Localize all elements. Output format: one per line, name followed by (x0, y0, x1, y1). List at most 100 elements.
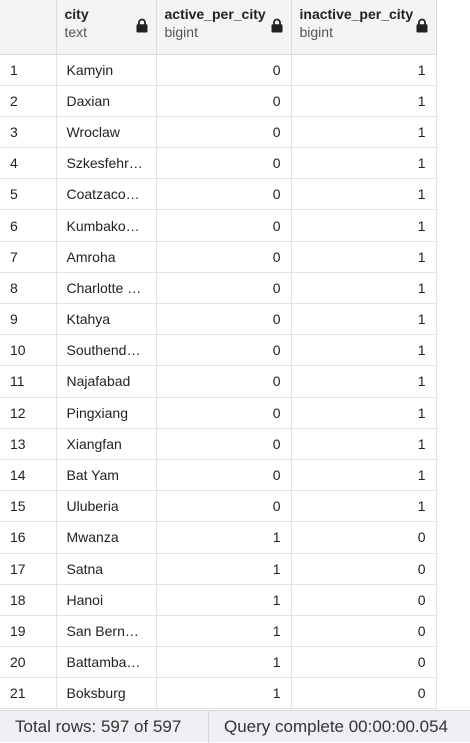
row-number-cell[interactable]: 13 (0, 428, 57, 460)
table-row[interactable]: 8 Charlotte … 0 1 (0, 272, 437, 305)
city-cell[interactable]: San Bern… (56, 615, 157, 648)
active-per-city-cell[interactable]: 0 (156, 303, 292, 336)
row-number-cell[interactable]: 17 (0, 553, 57, 585)
row-number-cell[interactable]: 10 (0, 334, 57, 367)
inactive-per-city-cell[interactable]: 1 (291, 303, 437, 336)
column-header-active-per-city[interactable]: active_per_city bigint (156, 0, 292, 55)
city-cell[interactable]: Boksburg (56, 677, 157, 710)
table-row[interactable]: 18 Hanoi 1 0 (0, 584, 437, 616)
city-cell[interactable]: Satna (56, 553, 157, 585)
active-per-city-cell[interactable]: 0 (156, 116, 292, 149)
active-per-city-cell[interactable]: 0 (156, 334, 292, 367)
active-per-city-cell[interactable]: 0 (156, 241, 292, 273)
inactive-per-city-cell[interactable]: 1 (291, 334, 437, 367)
table-row[interactable]: 14 Bat Yam 0 1 (0, 459, 437, 492)
active-per-city-cell[interactable]: 1 (156, 521, 292, 554)
city-cell[interactable]: Daxian (56, 85, 157, 117)
city-cell[interactable]: Amroha (56, 241, 157, 273)
city-cell[interactable]: Najafabad (56, 365, 157, 398)
column-header-inactive-per-city[interactable]: inactive_per_city bigint (291, 0, 437, 55)
row-number-cell[interactable]: 16 (0, 521, 57, 554)
row-number-cell[interactable]: 15 (0, 490, 57, 523)
active-per-city-cell[interactable]: 1 (156, 615, 292, 648)
city-cell[interactable]: Hanoi (56, 584, 157, 616)
inactive-per-city-cell[interactable]: 0 (291, 584, 437, 616)
table-row[interactable]: 10 Southend… 0 1 (0, 334, 437, 367)
city-cell[interactable]: Kamyin (56, 54, 157, 86)
row-number-cell[interactable]: 5 (0, 178, 57, 211)
active-per-city-cell[interactable]: 1 (156, 584, 292, 616)
row-number-cell[interactable]: 8 (0, 272, 57, 305)
table-row[interactable]: 20 Battamba… 1 0 (0, 646, 437, 679)
table-row[interactable]: 3 Wroclaw 0 1 (0, 116, 437, 149)
active-per-city-cell[interactable]: 1 (156, 553, 292, 585)
table-row[interactable]: 13 Xiangfan 0 1 (0, 428, 437, 460)
column-header-city[interactable]: city text (56, 0, 157, 55)
inactive-per-city-cell[interactable]: 1 (291, 147, 437, 180)
inactive-per-city-cell[interactable]: 1 (291, 54, 437, 86)
active-per-city-cell[interactable]: 0 (156, 209, 292, 242)
inactive-per-city-cell[interactable]: 1 (291, 209, 437, 242)
table-row[interactable]: 7 Amroha 0 1 (0, 241, 437, 273)
inactive-per-city-cell[interactable]: 1 (291, 397, 437, 429)
inactive-per-city-cell[interactable]: 0 (291, 521, 437, 554)
active-per-city-cell[interactable]: 0 (156, 147, 292, 180)
row-number-cell[interactable]: 11 (0, 365, 57, 398)
row-number-cell[interactable]: 1 (0, 54, 57, 86)
table-row[interactable]: 11 Najafabad 0 1 (0, 365, 437, 398)
row-number-cell[interactable]: 21 (0, 677, 57, 710)
row-number-cell[interactable]: 6 (0, 209, 57, 242)
table-row[interactable]: 1 Kamyin 0 1 (0, 54, 437, 86)
row-number-cell[interactable]: 7 (0, 241, 57, 273)
table-row[interactable]: 19 San Bern… 1 0 (0, 615, 437, 648)
city-cell[interactable]: Ktahya (56, 303, 157, 336)
result-grid[interactable]: city text active_per_city bigint inactiv… (0, 0, 470, 710)
active-per-city-cell[interactable]: 1 (156, 677, 292, 710)
table-row[interactable]: 6 Kumbako… 0 1 (0, 209, 437, 242)
inactive-per-city-cell[interactable]: 1 (291, 241, 437, 273)
table-row[interactable]: 16 Mwanza 1 0 (0, 521, 437, 554)
active-per-city-cell[interactable]: 0 (156, 428, 292, 460)
table-row[interactable]: 12 Pingxiang 0 1 (0, 397, 437, 429)
active-per-city-cell[interactable]: 0 (156, 85, 292, 117)
city-cell[interactable]: Coatzaco… (56, 178, 157, 211)
inactive-per-city-cell[interactable]: 0 (291, 646, 437, 679)
city-cell[interactable]: Xiangfan (56, 428, 157, 460)
inactive-per-city-cell[interactable]: 0 (291, 677, 437, 710)
inactive-per-city-cell[interactable]: 1 (291, 459, 437, 492)
active-per-city-cell[interactable]: 1 (156, 646, 292, 679)
row-number-cell[interactable]: 9 (0, 303, 57, 336)
city-cell[interactable]: Wroclaw (56, 116, 157, 149)
table-row[interactable]: 5 Coatzaco… 0 1 (0, 178, 437, 211)
inactive-per-city-cell[interactable]: 1 (291, 178, 437, 211)
table-row[interactable]: 15 Uluberia 0 1 (0, 490, 437, 523)
city-cell[interactable]: Charlotte … (56, 272, 157, 305)
active-per-city-cell[interactable]: 0 (156, 397, 292, 429)
table-row[interactable]: 2 Daxian 0 1 (0, 85, 437, 117)
active-per-city-cell[interactable]: 0 (156, 365, 292, 398)
active-per-city-cell[interactable]: 0 (156, 54, 292, 86)
row-number-cell[interactable]: 2 (0, 85, 57, 117)
active-per-city-cell[interactable]: 0 (156, 490, 292, 523)
inactive-per-city-cell[interactable]: 1 (291, 272, 437, 305)
row-number-header[interactable] (0, 0, 57, 55)
city-cell[interactable]: Uluberia (56, 490, 157, 523)
city-cell[interactable]: Mwanza (56, 521, 157, 554)
active-per-city-cell[interactable]: 0 (156, 459, 292, 492)
row-number-cell[interactable]: 20 (0, 646, 57, 679)
city-cell[interactable]: Szkesfehr… (56, 147, 157, 180)
table-row[interactable]: 9 Ktahya 0 1 (0, 303, 437, 336)
city-cell[interactable]: Kumbako… (56, 209, 157, 242)
inactive-per-city-cell[interactable]: 0 (291, 615, 437, 648)
table-row[interactable]: 17 Satna 1 0 (0, 553, 437, 585)
row-number-cell[interactable]: 18 (0, 584, 57, 616)
active-per-city-cell[interactable]: 0 (156, 178, 292, 211)
city-cell[interactable]: Bat Yam (56, 459, 157, 492)
table-row[interactable]: 21 Boksburg 1 0 (0, 677, 437, 710)
inactive-per-city-cell[interactable]: 1 (291, 428, 437, 460)
inactive-per-city-cell[interactable]: 1 (291, 116, 437, 149)
inactive-per-city-cell[interactable]: 0 (291, 553, 437, 585)
city-cell[interactable]: Southend… (56, 334, 157, 367)
row-number-cell[interactable]: 12 (0, 397, 57, 429)
active-per-city-cell[interactable]: 0 (156, 272, 292, 305)
